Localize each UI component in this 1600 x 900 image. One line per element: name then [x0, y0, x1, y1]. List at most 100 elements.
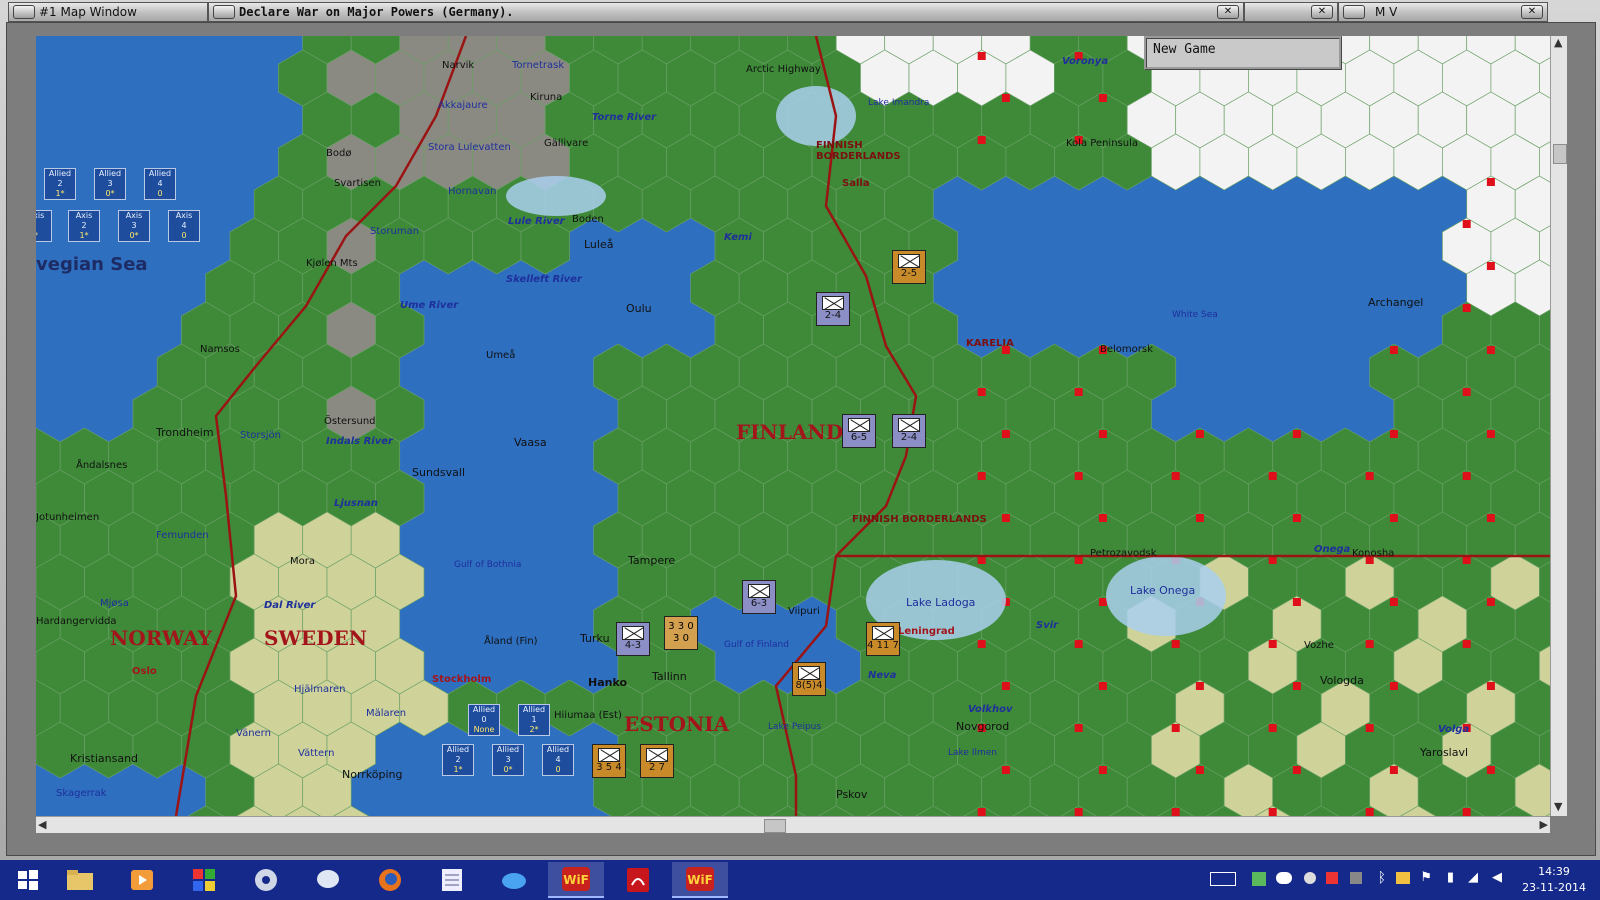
- reinforcement-box[interactable]: Axis 3 0*: [118, 210, 150, 242]
- supply-marker: [1001, 766, 1010, 774]
- supply-marker: [1001, 94, 1010, 102]
- unit-strength: 2-5: [900, 268, 918, 279]
- reinforcement-box[interactable]: Allied 4 0: [144, 168, 176, 200]
- supply-marker: [1486, 598, 1495, 606]
- reinforcement-box[interactable]: Axis 4 0: [168, 210, 200, 242]
- game-map[interactable]: vegian Sea FINLAND NORWAY SWEDEN ESTONIA…: [36, 36, 1550, 816]
- supply-marker: [1195, 682, 1204, 690]
- ibox-side: Allied: [48, 169, 72, 178]
- tray-app-icon[interactable]: [1252, 872, 1266, 886]
- reinforcement-box[interactable]: Allied 4 0: [542, 744, 574, 776]
- tray-app-icon[interactable]: [1350, 872, 1362, 884]
- close-icon[interactable]: ✕: [1521, 5, 1543, 19]
- unit-counter[interactable]: 2 7: [640, 744, 674, 778]
- ibox-num: 2: [455, 755, 461, 764]
- battery-icon[interactable]: ▮: [1447, 870, 1454, 885]
- unit-counter[interactable]: 2-4: [816, 292, 850, 326]
- reinforcement-box[interactable]: Allied 3 0*: [94, 168, 126, 200]
- small-titlebar[interactable]: ✕: [1244, 2, 1338, 22]
- supply-marker: [977, 724, 986, 732]
- scroll-down-icon[interactable]: ▼: [1554, 800, 1562, 813]
- unit-counter[interactable]: 6-5: [842, 414, 876, 448]
- window-menu-icon[interactable]: [213, 5, 235, 19]
- bluetooth-icon[interactable]: ᛒ: [1378, 870, 1386, 886]
- volume-icon[interactable]: ◀: [1492, 870, 1502, 885]
- ibox-num: 4: [157, 179, 163, 188]
- close-icon[interactable]: ✕: [1217, 5, 1239, 19]
- network-icon[interactable]: ◢: [1468, 870, 1478, 885]
- keyboard-icon[interactable]: [1210, 872, 1236, 886]
- new-game-panel[interactable]: New Game: [1144, 36, 1342, 70]
- supply-marker: [1486, 766, 1495, 774]
- ibox-val: 0*: [105, 189, 115, 198]
- window-menu-icon[interactable]: [1343, 5, 1365, 19]
- ibox-val: 0*: [129, 231, 139, 240]
- reinforcement-box[interactable]: Allied 2 1*: [44, 168, 76, 200]
- map-hex[interactable]: [544, 679, 595, 737]
- infantry-icon: [822, 296, 844, 310]
- main-titlebar[interactable]: Declare War on Major Powers (Germany). ✕: [208, 2, 1244, 22]
- window-menu-icon[interactable]: [13, 5, 35, 19]
- reinforcement-box[interactable]: Allied 2 1*: [442, 744, 474, 776]
- unit-counter[interactable]: 3 5 4: [592, 744, 626, 778]
- unit-strength: 2-4: [900, 432, 918, 443]
- cloud-icon[interactable]: [486, 862, 542, 898]
- supply-marker: [1074, 388, 1083, 396]
- games-icon[interactable]: [176, 862, 232, 898]
- unit-counter[interactable]: 6-3: [742, 580, 776, 614]
- unit-counter[interactable]: 4 11 7: [866, 622, 900, 656]
- reinforcement-box[interactable]: Allied 1 2*: [518, 704, 550, 736]
- unit-counter[interactable]: 2-5: [892, 250, 926, 284]
- close-icon[interactable]: ✕: [1311, 5, 1333, 19]
- hex-map-svg[interactable]: [36, 36, 1550, 816]
- ibox-val: 1*: [453, 765, 463, 774]
- ibox-side: Allied: [446, 745, 470, 754]
- supply-marker: [1486, 514, 1495, 522]
- ibox-side: Allied: [148, 169, 172, 178]
- infantry-icon: [898, 418, 920, 432]
- clock-time: 14:39: [1538, 865, 1570, 878]
- disc-icon[interactable]: [238, 862, 294, 898]
- start-icon[interactable]: [0, 862, 56, 898]
- wif-icon[interactable]: WiF: [548, 862, 604, 898]
- unit-stack[interactable]: 3 3 0 3 0: [664, 616, 698, 650]
- svg-text:WiF: WiF: [563, 873, 589, 887]
- reinforcement-box[interactable]: Axis *: [36, 210, 52, 242]
- vertical-scrollbar[interactable]: ▲ ▼: [1550, 36, 1567, 816]
- flag-icon[interactable]: ⚑: [1420, 870, 1432, 885]
- scroll-right-icon[interactable]: ▶: [1540, 818, 1548, 831]
- tray-app-icon[interactable]: [1396, 872, 1410, 884]
- supply-marker: [1268, 640, 1277, 648]
- tray-app-icon[interactable]: [1304, 872, 1316, 884]
- map-window-titlebar[interactable]: #1 Map Window: [8, 2, 208, 22]
- horizontal-scrollbar[interactable]: ◀ ▶: [36, 816, 1550, 833]
- clock[interactable]: 14:39 23-11-2014: [1522, 864, 1586, 896]
- svg-text:WiF: WiF: [687, 873, 713, 887]
- main-title: Declare War on Major Powers (Germany).: [239, 5, 514, 19]
- tray-app-icon[interactable]: [1326, 872, 1338, 884]
- supply-marker: [1171, 724, 1180, 732]
- file-explorer-icon[interactable]: [52, 862, 108, 898]
- unit-counter[interactable]: 8(5)4: [792, 662, 826, 696]
- mv-titlebar[interactable]: M V ✕: [1338, 2, 1548, 22]
- scroll-thumb[interactable]: [764, 819, 786, 833]
- media-player-icon[interactable]: [114, 862, 170, 898]
- scroll-thumb[interactable]: [1553, 144, 1567, 164]
- firefox-icon[interactable]: [362, 862, 418, 898]
- reinforcement-box[interactable]: Allied 3 0*: [492, 744, 524, 776]
- ibox-val: 0: [555, 765, 561, 774]
- supply-marker: [1268, 724, 1277, 732]
- wif-icon[interactable]: WiF: [672, 862, 728, 898]
- notepad-icon[interactable]: [424, 862, 480, 898]
- scroll-up-icon[interactable]: ▲: [1554, 36, 1562, 49]
- onedrive-icon[interactable]: [1276, 872, 1292, 884]
- ibox-val: 1*: [55, 189, 65, 198]
- ibox-side: Axis: [36, 211, 45, 220]
- chat-icon[interactable]: [300, 862, 356, 898]
- unit-counter[interactable]: 2-4: [892, 414, 926, 448]
- scroll-left-icon[interactable]: ◀: [38, 818, 46, 831]
- unit-counter[interactable]: 4-3: [616, 622, 650, 656]
- reinforcement-box[interactable]: Axis 2 1*: [68, 210, 100, 242]
- reinforcement-box[interactable]: Allied 0 None: [468, 704, 500, 736]
- pdf-icon[interactable]: [610, 862, 666, 898]
